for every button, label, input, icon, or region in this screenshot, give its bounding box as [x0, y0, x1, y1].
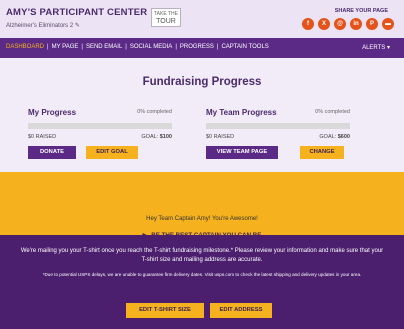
- nav-item-progress[interactable]: PROGRESS: [180, 44, 214, 50]
- section-title: Fundraising Progress: [142, 76, 262, 88]
- main-nav: DASHBOARD | MY PAGE | SEND EMAIL | SOCIA…: [0, 38, 404, 58]
- tshirt-disclaimer: *Due to potential USPS delays, we are un…: [42, 272, 362, 277]
- fundraising-section: Fundraising Progress My Progress 0% comp…: [0, 58, 404, 172]
- my-progress-panel: My Progress 0% completed $0 RAISED GOAL:…: [28, 108, 172, 146]
- take-tour-button[interactable]: TAKE THE TOUR: [151, 8, 181, 27]
- percent-completed: 0% completed: [315, 109, 350, 115]
- captain-banner: Hey Team Captain Amy! You're Awesome! ▶B…: [0, 172, 404, 239]
- page-title: AMY'S PARTICIPANT CENTER: [6, 7, 148, 18]
- amount-raised: $0 RAISED: [28, 134, 57, 140]
- email-icon[interactable]: @: [334, 18, 346, 30]
- facebook-icon[interactable]: f: [302, 18, 314, 30]
- x-icon[interactable]: X: [318, 18, 330, 30]
- share-label: SHARE YOUR PAGE: [334, 8, 388, 14]
- goal-amount: GOAL: $100: [141, 134, 172, 140]
- goal-label: GOAL:: [319, 134, 337, 140]
- team-name-label: Alzheimer's Eliminators 2: [6, 23, 74, 29]
- team-name[interactable]: Alzheimer's Eliminators 2 ✎: [6, 22, 80, 29]
- team-progress-panel: My Team Progress 0% completed $0 RAISED …: [206, 108, 350, 146]
- donate-button[interactable]: DONATE: [28, 146, 76, 159]
- nav-item-dashboard[interactable]: DASHBOARD: [6, 44, 44, 50]
- change-button[interactable]: CHANGE: [300, 146, 344, 159]
- view-team-page-button[interactable]: VIEW TEAM PAGE: [206, 146, 278, 159]
- alerts-menu[interactable]: ALERTS ▾: [362, 44, 390, 51]
- tshirt-info-text: We're mailing you your T-shirt once you …: [20, 248, 384, 263]
- edit-tshirt-size-button[interactable]: EDIT T-SHIRT SIZE: [126, 303, 204, 318]
- goal-label: GOAL:: [141, 134, 159, 140]
- nav-separator: |: [81, 44, 83, 50]
- panel-title: My Progress: [28, 108, 77, 117]
- nav-item-send-email[interactable]: SEND EMAIL: [86, 44, 122, 50]
- nav-item-captain-tools[interactable]: CAPTAIN TOOLS: [221, 44, 268, 50]
- progress-bar: [28, 123, 172, 129]
- tshirt-section: We're mailing you your T-shirt once you …: [0, 235, 404, 329]
- pinterest-icon[interactable]: P: [366, 18, 378, 30]
- captain-message: Hey Team Captain Amy! You're Awesome!: [146, 216, 258, 222]
- amount-raised: $0 RAISED: [206, 134, 235, 140]
- nav-separator: |: [47, 44, 49, 50]
- edit-address-button[interactable]: EDIT ADDRESS: [210, 303, 272, 318]
- progress-bar: [206, 123, 350, 129]
- pencil-icon[interactable]: ✎: [75, 23, 80, 29]
- social-icons: f X @ in P ▬: [302, 18, 394, 30]
- goal-value: $100: [159, 134, 172, 140]
- nav-item-social-media[interactable]: SOCIAL MEDIA: [130, 44, 172, 50]
- nav-separator: |: [216, 44, 219, 50]
- nav-separator: |: [125, 44, 127, 50]
- percent-completed: 0% completed: [137, 109, 172, 115]
- panel-title: My Team Progress: [206, 108, 277, 117]
- goal-value: $600: [337, 134, 350, 140]
- linkedin-icon[interactable]: in: [350, 18, 362, 30]
- nav-separator: |: [175, 44, 177, 50]
- sms-icon[interactable]: ▬: [382, 18, 394, 30]
- header: AMY'S PARTICIPANT CENTER Alzheimer's Eli…: [0, 0, 404, 38]
- tour-big-label: TOUR: [156, 18, 176, 25]
- goal-amount: GOAL: $600: [319, 134, 350, 140]
- nav-item-my-page[interactable]: MY PAGE: [52, 44, 79, 50]
- edit-goal-button[interactable]: EDIT GOAL: [86, 146, 138, 159]
- tour-small-label: TAKE THE: [154, 11, 178, 17]
